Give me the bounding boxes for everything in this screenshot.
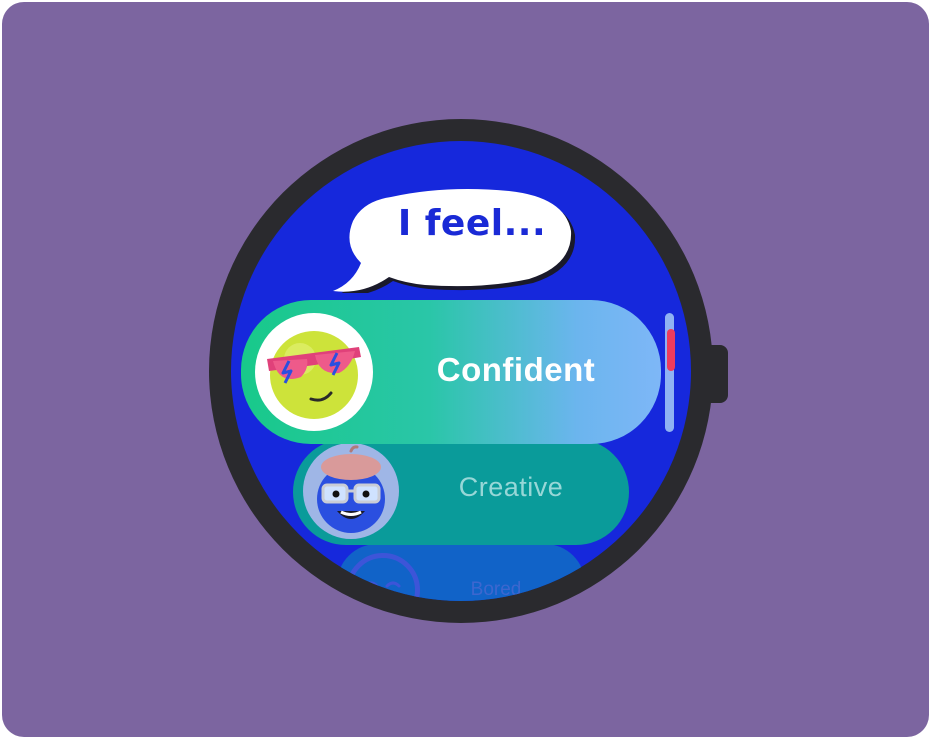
watch-screen: I feel... Bored Creative Confident <box>231 141 691 601</box>
canvas: I feel... Bored Creative Confident <box>2 2 929 737</box>
mood-label-confident: Confident <box>436 351 596 388</box>
speech-bubble: I feel... <box>333 183 578 293</box>
bored-face-icon <box>346 553 420 601</box>
mood-label-bored: Bored <box>470 579 522 600</box>
watch-bezel: I feel... Bored Creative Confident <box>209 119 713 623</box>
scrollbar-thumb[interactable] <box>667 329 675 371</box>
mood-label-creative: Creative <box>458 472 564 502</box>
artist-beret-face-icon <box>303 443 399 539</box>
prompt-title: I feel... <box>397 203 547 244</box>
cool-sunglasses-face-icon <box>255 313 373 431</box>
